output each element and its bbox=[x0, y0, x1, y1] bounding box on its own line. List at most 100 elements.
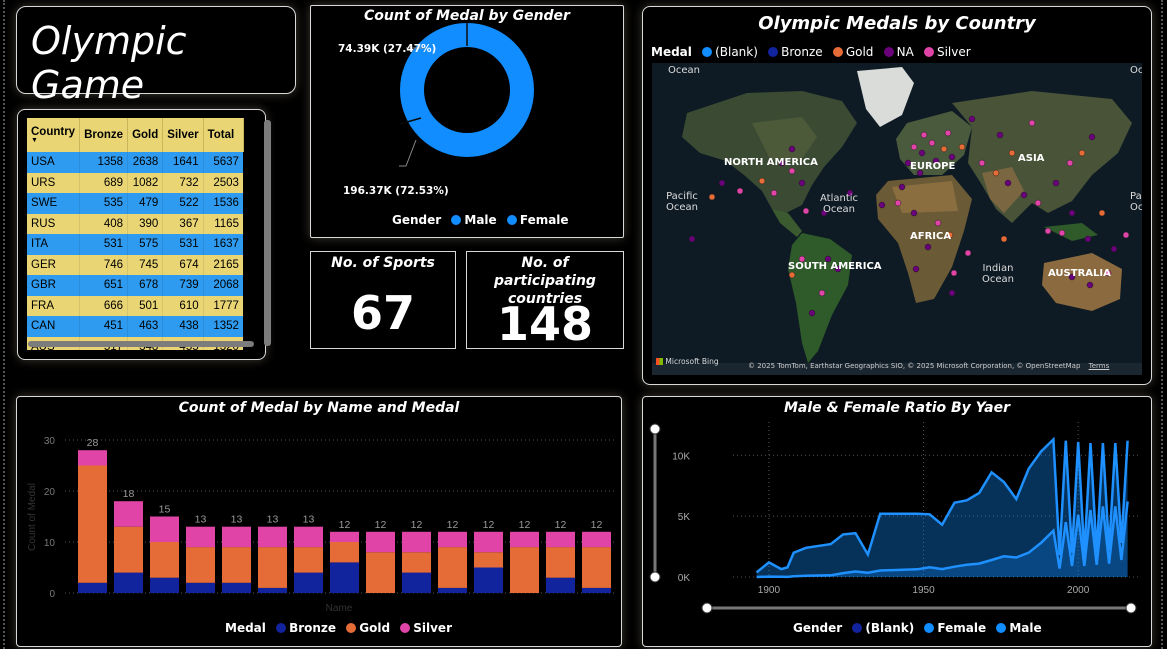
map-medal-marker[interactable] bbox=[1044, 227, 1052, 235]
bar-segment-gold[interactable] bbox=[114, 526, 143, 573]
map-legend-gold[interactable]: Gold bbox=[846, 45, 874, 59]
bar-segment-gold[interactable] bbox=[150, 542, 179, 578]
bar-segment-bronze[interactable] bbox=[294, 572, 323, 593]
bar-segment-gold[interactable] bbox=[438, 547, 467, 588]
map-medal-marker[interactable] bbox=[802, 207, 810, 215]
bar-segment-bronze[interactable] bbox=[222, 582, 251, 593]
bar-segment-gold[interactable] bbox=[402, 552, 431, 573]
bar-segment-gold[interactable] bbox=[366, 552, 395, 593]
map-medal-marker[interactable] bbox=[818, 289, 826, 297]
map-legend-blank[interactable]: (Blank) bbox=[715, 45, 758, 59]
area-legend-blank[interactable]: (Blank) bbox=[865, 621, 914, 635]
table-header-total[interactable]: Total bbox=[203, 118, 244, 152]
map-medal-marker[interactable] bbox=[944, 129, 952, 137]
bar-segment-silver[interactable] bbox=[114, 501, 143, 527]
map-medal-marker[interactable] bbox=[788, 271, 796, 279]
donut-legend-male[interactable]: Male bbox=[464, 213, 496, 227]
map-medal-marker[interactable] bbox=[1098, 209, 1106, 217]
map-legend-na[interactable]: NA bbox=[897, 45, 914, 59]
map-medal-marker[interactable] bbox=[1058, 229, 1066, 237]
bar-legend-bronze[interactable]: Bronze bbox=[289, 621, 336, 635]
table-row[interactable]: USA 1358 2638 1641 5637 bbox=[27, 152, 244, 173]
map-medal-marker[interactable] bbox=[948, 289, 956, 297]
map-medal-marker[interactable] bbox=[1110, 245, 1118, 253]
map-medal-marker[interactable] bbox=[788, 167, 796, 175]
bar-legend-silver[interactable]: Silver bbox=[413, 621, 452, 635]
map-medal-marker[interactable] bbox=[1066, 159, 1074, 167]
map-medal-marker[interactable] bbox=[934, 219, 942, 227]
bar-segment-bronze[interactable] bbox=[546, 577, 575, 593]
map-medal-marker[interactable] bbox=[992, 169, 1000, 177]
table-row[interactable]: ITA 531 575 531 1637 bbox=[27, 234, 244, 255]
bar-segment-gold[interactable] bbox=[294, 547, 323, 573]
bar-segment-gold[interactable] bbox=[258, 547, 287, 588]
map-medal-marker[interactable] bbox=[1122, 231, 1130, 239]
map-medal-marker[interactable] bbox=[978, 159, 986, 167]
map-medal-marker[interactable] bbox=[798, 179, 806, 187]
y-zoom-slider-handle-top[interactable] bbox=[649, 423, 661, 435]
table-row[interactable]: URS 689 1082 732 2503 bbox=[27, 172, 244, 193]
map-medal-marker[interactable] bbox=[918, 149, 926, 157]
map-legend-silver[interactable]: Silver bbox=[937, 45, 971, 59]
x-zoom-slider-handle-left[interactable] bbox=[701, 602, 713, 614]
y-zoom-slider-handle-bottom[interactable] bbox=[649, 571, 661, 583]
bar-segment-gold[interactable] bbox=[222, 547, 251, 583]
map-medal-marker[interactable] bbox=[1084, 235, 1092, 243]
map-medal-marker[interactable] bbox=[894, 199, 902, 207]
map-medal-marker[interactable] bbox=[808, 309, 816, 317]
map-medal-marker[interactable] bbox=[788, 145, 796, 153]
map-medal-marker[interactable] bbox=[910, 209, 918, 217]
donut-legend-female[interactable]: Female bbox=[520, 213, 569, 227]
bar-segment-bronze[interactable] bbox=[258, 587, 287, 593]
bar-legend-gold[interactable]: Gold bbox=[359, 621, 390, 635]
map-copyright-text[interactable]: © 2025 TomTom, Earthstar Geographics SIO… bbox=[748, 362, 1080, 370]
x-zoom-slider-handle-right[interactable] bbox=[1125, 602, 1137, 614]
bar-segment-silver[interactable] bbox=[474, 531, 503, 553]
map-medal-marker[interactable] bbox=[920, 131, 928, 139]
bar-segment-bronze[interactable] bbox=[438, 587, 467, 593]
map-medal-marker[interactable] bbox=[718, 179, 726, 187]
map-medal-marker[interactable] bbox=[1078, 149, 1086, 157]
bar-segment-gold[interactable] bbox=[186, 547, 215, 583]
map-medal-marker[interactable] bbox=[910, 143, 918, 151]
bar-segment-silver[interactable] bbox=[258, 526, 287, 548]
table-row[interactable]: CAN 451 463 438 1352 bbox=[27, 316, 244, 337]
map-medal-marker[interactable] bbox=[1088, 133, 1096, 141]
table-header-gold[interactable]: Gold bbox=[127, 118, 164, 152]
bar-segment-gold[interactable] bbox=[546, 547, 575, 578]
bar-segment-gold[interactable] bbox=[474, 552, 503, 568]
table-row[interactable]: FRA 666 501 610 1777 bbox=[27, 295, 244, 316]
bar-segment-silver[interactable] bbox=[366, 531, 395, 553]
bar-segment-silver[interactable] bbox=[402, 531, 431, 553]
table-row[interactable]: SWE 535 479 522 1536 bbox=[27, 193, 244, 214]
table-row[interactable]: RUS 408 390 367 1165 bbox=[27, 213, 244, 234]
map-medal-marker[interactable] bbox=[950, 269, 958, 277]
bar-segment-silver[interactable] bbox=[546, 531, 575, 548]
map-medal-marker[interactable] bbox=[940, 145, 948, 153]
bar-segment-silver[interactable] bbox=[78, 450, 107, 466]
map-medal-marker[interactable] bbox=[898, 183, 906, 191]
table-row[interactable]: GBR 651 678 739 2068 bbox=[27, 275, 244, 296]
map-medal-marker[interactable] bbox=[1004, 179, 1012, 187]
bar-segment-bronze[interactable] bbox=[330, 562, 359, 593]
area-legend-male[interactable]: Male bbox=[1009, 621, 1041, 635]
map-medal-marker[interactable] bbox=[948, 153, 956, 161]
map-medal-marker[interactable] bbox=[1068, 209, 1076, 217]
map-medal-marker[interactable] bbox=[996, 131, 1004, 139]
bar-segment-silver[interactable] bbox=[150, 516, 179, 543]
map-medal-marker[interactable] bbox=[708, 193, 716, 201]
map-medal-marker[interactable] bbox=[1052, 179, 1060, 187]
sort-arrow-icon[interactable]: ▼ bbox=[31, 137, 75, 144]
map-terms-link[interactable]: Terms bbox=[1089, 362, 1110, 370]
bar-segment-silver[interactable] bbox=[222, 526, 251, 548]
map-medal-marker[interactable] bbox=[928, 139, 936, 147]
table-vertical-scrollbar[interactable] bbox=[264, 120, 271, 346]
table-header-silver[interactable]: Silver bbox=[162, 118, 204, 152]
bar-segment-silver[interactable] bbox=[186, 526, 215, 548]
bar-segment-silver[interactable] bbox=[510, 531, 539, 548]
map-medal-marker[interactable] bbox=[736, 187, 744, 195]
table-horizontal-scrollbar[interactable] bbox=[28, 341, 254, 347]
map-medal-marker[interactable] bbox=[1086, 281, 1094, 289]
bar-segment-gold[interactable] bbox=[582, 547, 611, 588]
bar-segment-silver[interactable] bbox=[294, 526, 323, 548]
